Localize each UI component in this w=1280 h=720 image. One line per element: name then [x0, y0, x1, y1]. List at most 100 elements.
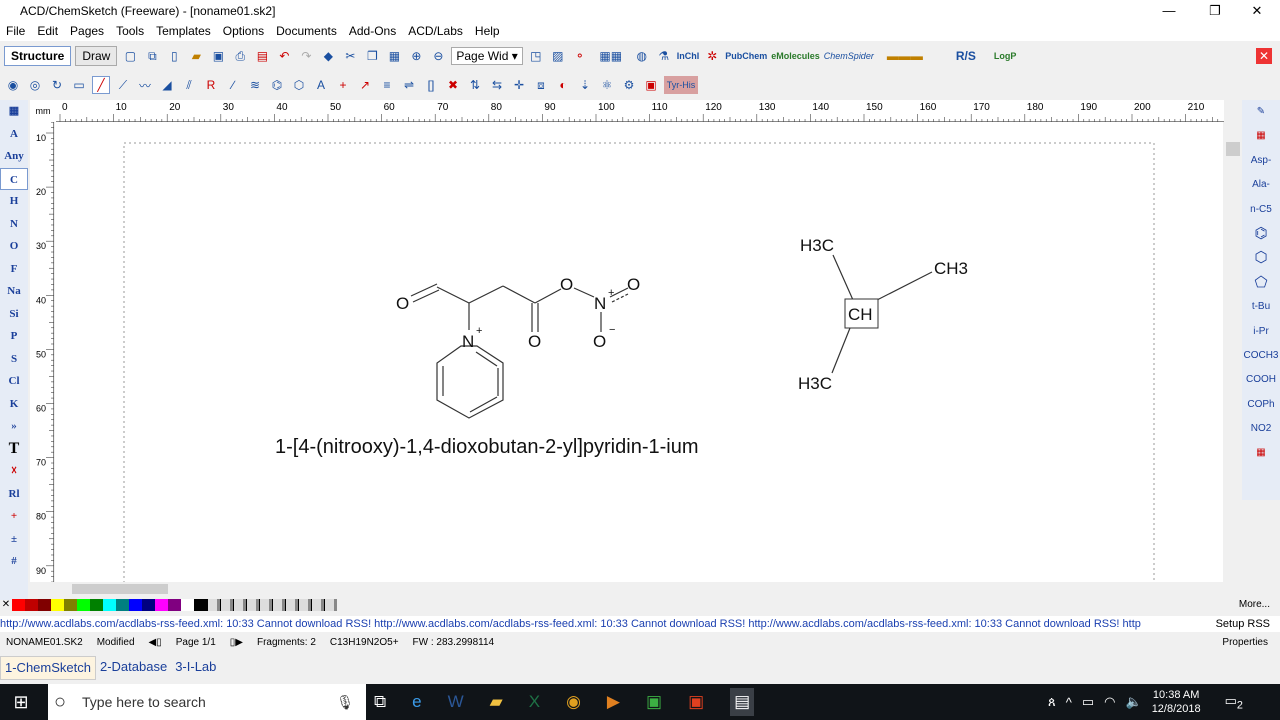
- molecule-name[interactable]: 1-[4-(nitrooxy)-1,4-dioxobutan-2-yl]pyri…: [275, 436, 699, 458]
- pubchem-button[interactable]: PubChem: [725, 51, 767, 61]
- chrome-icon[interactable]: ◉: [566, 692, 581, 712]
- start-button[interactable]: ⊞: [0, 692, 42, 713]
- stereo-icon[interactable]: R: [202, 76, 220, 94]
- atom-o-carbonyl[interactable]: O: [528, 332, 541, 351]
- vertical-scrollbar[interactable]: [1224, 122, 1242, 582]
- no-color-icon[interactable]: ✕: [0, 599, 12, 611]
- color-swatch[interactable]: [142, 599, 155, 611]
- copy-page-icon[interactable]: ⧉: [143, 47, 161, 65]
- show-hidden-icon[interactable]: ^: [1066, 695, 1072, 710]
- atom-a[interactable]: A: [0, 123, 28, 146]
- save-icon[interactable]: ▣: [209, 47, 227, 65]
- group-ch3-right[interactable]: CH3: [934, 259, 968, 278]
- media-player-icon[interactable]: ▶: [607, 692, 620, 712]
- file-explorer-icon[interactable]: ▰: [490, 692, 503, 712]
- menu-options[interactable]: Options: [217, 22, 270, 41]
- bracket-icon[interactable]: []: [422, 76, 440, 94]
- optimize-icon[interactable]: ✲: [703, 47, 721, 65]
- eraser-icon[interactable]: ◆: [319, 47, 337, 65]
- atom-o-aldehyde[interactable]: O: [396, 294, 409, 313]
- periodic-table-icon[interactable]: ▦: [0, 100, 28, 123]
- wavy-bond-icon[interactable]: ≋: [246, 76, 264, 94]
- clock[interactable]: 10:38 AM 12/8/2018: [1152, 688, 1201, 716]
- edge-icon[interactable]: e: [412, 692, 421, 712]
- hydrogen-icon[interactable]: ⇣: [576, 76, 594, 94]
- inchi-button[interactable]: InChI: [677, 51, 700, 61]
- group-h3c-bottom[interactable]: H3C: [798, 374, 832, 393]
- image-icon[interactable]: ▨: [549, 47, 567, 65]
- dictionary-icon[interactable]: ◍: [633, 47, 651, 65]
- color-swatch[interactable]: [51, 599, 64, 611]
- atom-o-nitro-1[interactable]: O: [627, 275, 640, 294]
- chemsketch-active-icon[interactable]: ▤: [730, 688, 755, 716]
- delete-atom-tool[interactable]: ☓: [0, 460, 28, 483]
- templates-icon[interactable]: ▦▦: [593, 47, 629, 65]
- atom-h[interactable]: H: [0, 190, 28, 213]
- template-cooh[interactable]: COOH: [1242, 368, 1280, 392]
- 3d-optimize-icon[interactable]: ⚛: [598, 76, 616, 94]
- text-tool[interactable]: T: [0, 438, 28, 461]
- draw-normal-icon[interactable]: ╱: [92, 76, 110, 94]
- chemsketch-green-icon[interactable]: ▣: [646, 692, 662, 712]
- atom-o[interactable]: O: [0, 235, 28, 258]
- template-coph[interactable]: COPh: [1242, 393, 1280, 417]
- template-n-c5[interactable]: n-C5: [1242, 198, 1280, 222]
- atom-si[interactable]: Si: [0, 303, 28, 326]
- undo-icon[interactable]: ↶: [275, 47, 293, 65]
- next-page-button[interactable]: ▯▶: [230, 634, 243, 652]
- menu-addons[interactable]: Add-Ons: [343, 22, 402, 41]
- menu-file[interactable]: File: [0, 22, 31, 41]
- prev-page-button[interactable]: ◀▯: [149, 634, 162, 652]
- taskbar-search[interactable]: ○ Type here to search 🎙: [48, 684, 366, 720]
- volume-icon[interactable]: 🔈: [1126, 694, 1142, 710]
- zoom-out-icon[interactable]: ⊖: [429, 47, 447, 65]
- template-grid-icon[interactable]: ▦: [1242, 124, 1280, 148]
- tab-chemsketch[interactable]: 1-ChemSketch: [0, 656, 96, 680]
- rotate-icon[interactable]: ↻: [48, 76, 66, 94]
- numbering-tool[interactable]: #: [0, 550, 28, 573]
- color-swatch[interactable]: [155, 599, 168, 611]
- lock-icon[interactable]: ◐: [554, 76, 572, 94]
- rs-button[interactable]: R/S: [956, 49, 976, 63]
- chemsketch-red-icon[interactable]: ▣: [688, 692, 704, 712]
- minimize-button[interactable]: —: [1146, 0, 1192, 22]
- tab-database[interactable]: 2-Database: [96, 656, 171, 680]
- structure-mode-button[interactable]: Structure: [4, 46, 72, 66]
- text-icon[interactable]: A: [312, 76, 330, 94]
- group-h3c-top[interactable]: H3C: [800, 236, 834, 255]
- new-page-icon[interactable]: ▢: [121, 47, 139, 65]
- task-view-icon[interactable]: ⧉: [374, 692, 386, 712]
- restore-button[interactable]: ❐: [1192, 0, 1238, 22]
- paste-icon[interactable]: ▦: [385, 47, 403, 65]
- plus-charge-icon[interactable]: +: [334, 76, 352, 94]
- horizontal-scrollbar[interactable]: [56, 582, 1224, 596]
- menu-edit[interactable]: Edit: [31, 22, 64, 41]
- open-icon[interactable]: ▰: [187, 47, 205, 65]
- cut-icon[interactable]: ✂: [341, 47, 359, 65]
- template-no2[interactable]: NO2: [1242, 417, 1280, 441]
- template-benzene[interactable]: ⌬: [1242, 222, 1280, 246]
- template-i-pr[interactable]: i-Pr: [1242, 320, 1280, 344]
- print-icon[interactable]: ⎙: [231, 47, 249, 65]
- color-swatch[interactable]: [116, 599, 129, 611]
- atom-f[interactable]: F: [0, 258, 28, 281]
- radical-tool[interactable]: Rl: [0, 483, 28, 506]
- atom-p[interactable]: P: [0, 325, 28, 348]
- atom-any[interactable]: Any: [0, 145, 28, 168]
- atom-na[interactable]: Na: [0, 280, 28, 303]
- flip-icon[interactable]: ⇅: [466, 76, 484, 94]
- shape-icon[interactable]: ⬡: [290, 76, 308, 94]
- atom-c[interactable]: C: [0, 167, 28, 190]
- arrow-icon[interactable]: ↗: [356, 76, 374, 94]
- tautomer-icon[interactable]: ⚙: [620, 76, 638, 94]
- menu-tools[interactable]: Tools: [110, 22, 150, 41]
- color-swatch[interactable]: [64, 599, 77, 611]
- template-cyclohexane[interactable]: ⬡: [1242, 246, 1280, 270]
- zoom-in-icon[interactable]: ⊕: [407, 47, 425, 65]
- menu-pages[interactable]: Pages: [64, 22, 110, 41]
- structure-check-icon[interactable]: ⚗: [655, 47, 673, 65]
- template-window-icon[interactable]: ✎: [1242, 100, 1280, 124]
- menu-templates[interactable]: Templates: [150, 22, 217, 41]
- more-atoms[interactable]: »: [0, 415, 28, 438]
- zoom-select[interactable]: Page Wid ▾: [451, 47, 523, 65]
